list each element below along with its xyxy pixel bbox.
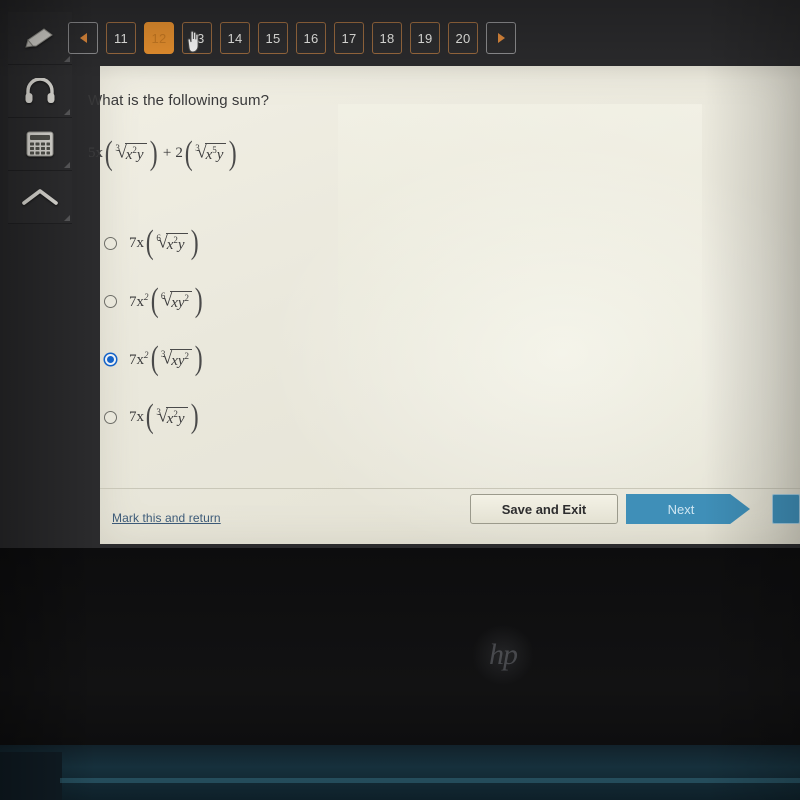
question-number-17[interactable]: 17 (334, 22, 364, 54)
question-number-16[interactable]: 16 (296, 22, 326, 54)
question-number-14[interactable]: 14 (220, 22, 250, 54)
parenthesized-group: (3 √ x2y) (145, 398, 199, 435)
coefficient: 7x2 (129, 349, 149, 368)
highlighter-icon (25, 28, 53, 48)
footer-divider (100, 488, 800, 489)
answer-options: 7x(6 √ x2y) 7x2(6 √ xy2) 7x2(3 √ xy2) 7x(3 √ x2y) (104, 214, 524, 446)
radical: 3 √ x2y (115, 143, 147, 164)
save-and-exit-button[interactable]: Save and Exit (470, 494, 618, 524)
radicand: xy2 (170, 290, 193, 312)
chevron-left-icon (79, 33, 87, 43)
answer-option-expression-b: 7x2(6 √ xy2) (129, 282, 204, 319)
nav-next-button[interactable] (486, 22, 516, 54)
coefficient: 5x (88, 145, 103, 161)
question-number-list: 11 12 13 14 15 16 17 18 19 20 (106, 22, 478, 54)
question-number-18[interactable]: 18 (372, 22, 402, 54)
radical-index: 3 (115, 143, 120, 153)
coefficient: 7x (129, 234, 144, 251)
mark-and-return-link[interactable]: Mark this and return (112, 511, 221, 525)
radical-index: 6 (156, 232, 161, 243)
tool-calculator[interactable] (8, 118, 72, 171)
answer-option-expression-d: 7x(3 √ x2y) (129, 398, 200, 435)
radical: 3 √ x5y (195, 143, 227, 164)
answer-option-expression-a: 7x(6 √ x2y) (129, 224, 200, 261)
calculator-icon (26, 131, 54, 157)
headphones-icon (25, 78, 55, 103)
next-button[interactable]: Next (626, 494, 750, 524)
offscreen-button-partial[interactable] (772, 494, 800, 524)
question-number-11[interactable]: 11 (106, 22, 136, 54)
parenthesized-group: (6 √ xy2) (150, 282, 203, 319)
coefficient: 7x2 (129, 291, 149, 310)
radio-button-d[interactable] (104, 410, 117, 424)
question-number-12[interactable]: 12 (144, 22, 174, 54)
radicand: x2y (165, 232, 188, 254)
radicand: x2y (165, 406, 188, 428)
answer-option-b[interactable]: 7x2(6 √ xy2) (104, 272, 524, 330)
laptop-photo: 11 12 13 14 15 16 17 18 19 20 What is the followi… (0, 0, 800, 800)
question-number-13[interactable]: 13 (182, 22, 212, 54)
nav-prev-button[interactable] (68, 22, 98, 54)
question-expression: 5x(3 √ x2y) +2(3 √ x5y) (88, 134, 239, 172)
radio-button-c[interactable] (104, 352, 117, 366)
operator-plus: + (162, 145, 172, 161)
answer-option-expression-c: 7x2(3 √ xy2) (129, 340, 204, 377)
coefficient: 2 (175, 145, 183, 161)
tool-audio[interactable] (8, 65, 72, 118)
question-prompt: What is the following sum? (88, 92, 270, 109)
desk-highlight-stripe (60, 778, 800, 783)
radical-index: 3 (195, 143, 200, 153)
radical-index: 3 (160, 348, 166, 359)
radical: 3 √ xy2 (160, 348, 193, 370)
parenthesized-group: (3 √ x2y) (104, 134, 158, 172)
radio-button-b[interactable] (104, 294, 117, 308)
answer-option-a[interactable]: 7x(6 √ x2y) (104, 214, 524, 272)
radical-index: 6 (160, 290, 166, 301)
question-number-20[interactable]: 20 (448, 22, 478, 54)
desk-edge-left (0, 752, 62, 800)
answer-option-c[interactable]: 7x2(3 √ xy2) (104, 330, 524, 388)
radical: 3 √ x2y (156, 406, 188, 428)
answer-option-d[interactable]: 7x(3 √ x2y) (104, 388, 524, 446)
radical: 6 √ x2y (156, 232, 188, 254)
radical: 6 √ xy2 (160, 290, 193, 312)
question-number-15[interactable]: 15 (258, 22, 288, 54)
radio-button-a[interactable] (104, 236, 117, 250)
tool-rail (8, 12, 72, 224)
tool-collapse[interactable] (8, 171, 72, 224)
hp-logo-icon: hp (472, 624, 534, 686)
chevron-right-icon (497, 33, 505, 43)
desk-surface (0, 745, 800, 800)
radicand: xy2 (170, 348, 193, 370)
question-nav: 11 12 13 14 15 16 17 18 19 20 (68, 16, 800, 60)
tool-highlighter[interactable] (8, 12, 72, 65)
parenthesized-group: (3 √ x5y) (184, 134, 238, 172)
chevron-up-icon (22, 189, 58, 205)
radicand: x2y (124, 143, 147, 164)
radicand: x5y (204, 143, 227, 164)
parenthesized-group: (6 √ x2y) (145, 224, 199, 261)
question-number-19[interactable]: 19 (410, 22, 440, 54)
radical-index: 3 (156, 406, 161, 417)
parenthesized-group: (3 √ xy2) (150, 340, 203, 377)
coefficient: 7x (129, 408, 144, 425)
